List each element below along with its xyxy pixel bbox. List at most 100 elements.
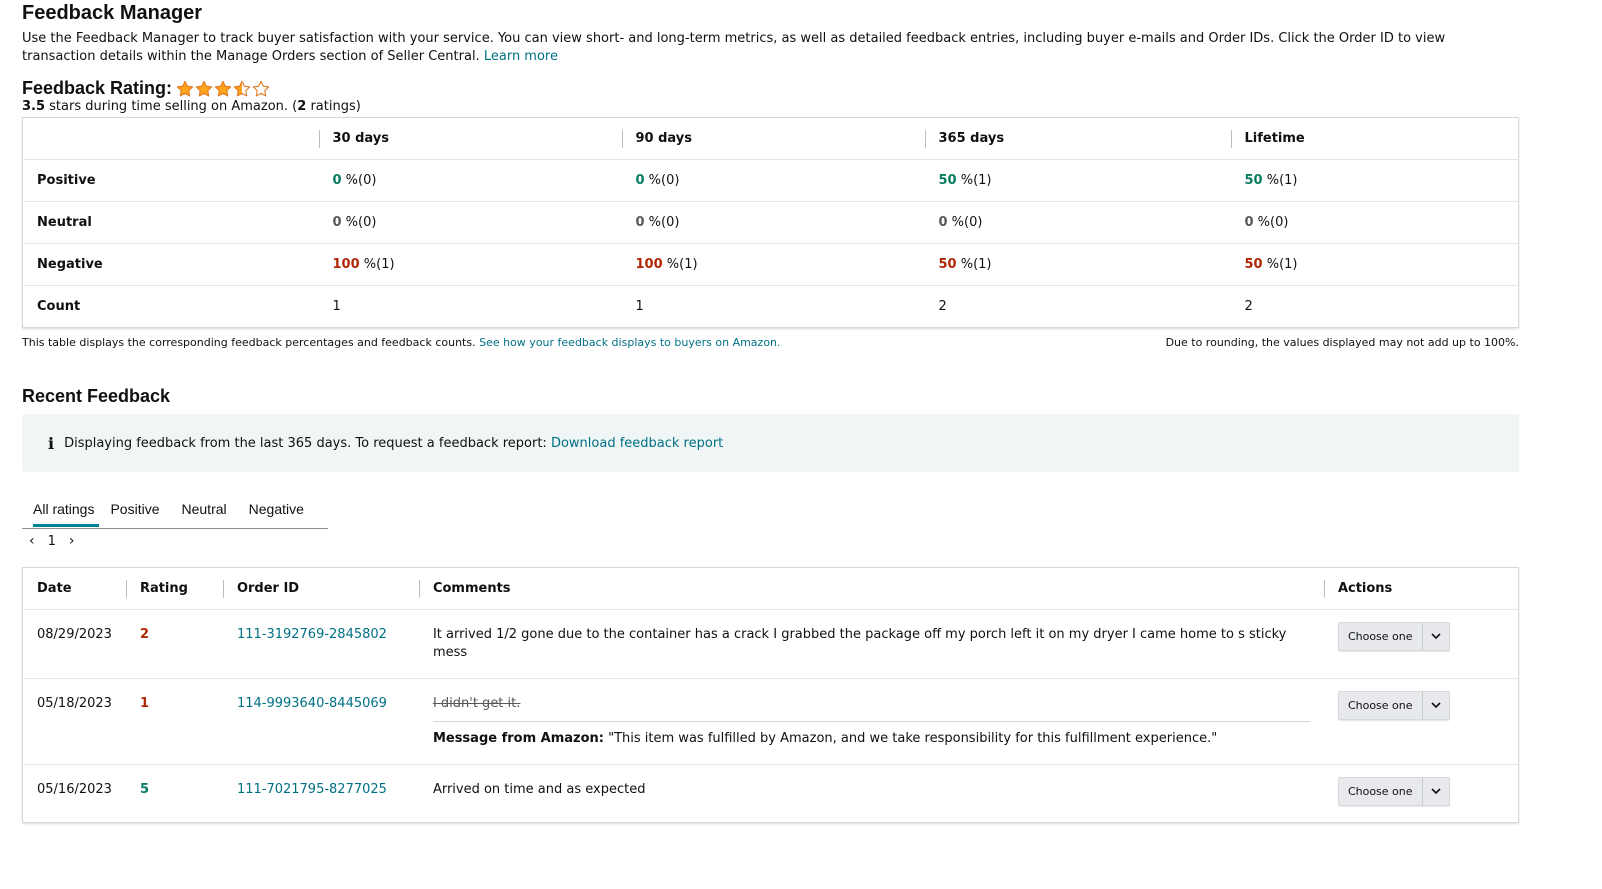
rating-summary-end: ratings) — [306, 99, 361, 114]
buyer-display-link[interactable]: See how your feedback displays to buyers… — [479, 336, 780, 349]
star-rating — [176, 80, 270, 98]
order-id-link[interactable]: 111-3192769-2845802 — [237, 627, 387, 642]
metrics-col-lifetime: Lifetime — [1230, 117, 1519, 160]
star-empty-icon — [252, 80, 270, 96]
metric-percent: 0 — [635, 173, 645, 188]
percent-sign: % — [1253, 215, 1271, 230]
rating-count: 2 — [297, 99, 307, 114]
percent-sign: % — [341, 215, 359, 230]
percent-sign: % — [662, 257, 680, 272]
amazon-message-text: "This item was fulfilled by Amazon, and … — [604, 731, 1218, 746]
feedback-date: 08/29/2023 — [22, 609, 126, 679]
page-number[interactable]: 1 — [48, 534, 56, 549]
metric-count: (1) — [1279, 173, 1298, 188]
metrics-cell: 0 %(0) — [621, 201, 925, 244]
metrics-row-pos: Positive 0 %(0) 0 %(0) 50 %(1) 50 %(1) — [22, 159, 1519, 202]
actions-cell: Choose one — [1324, 765, 1519, 823]
feedback-rating: 5 — [139, 782, 149, 797]
order-id-link[interactable]: 114-9993640-8445069 — [237, 696, 387, 711]
metric-count: (1) — [973, 257, 992, 272]
metrics-cell: 100 %(1) — [621, 243, 925, 286]
metric-count: (1) — [376, 257, 395, 272]
percent-sign: % — [1262, 257, 1280, 272]
feedback-row: 05/16/2023 5 111-7021795-8277025 Arrived… — [23, 765, 1519, 823]
info-banner: i Displaying feedback from the last 365 … — [22, 414, 1519, 472]
metric-count: (0) — [661, 173, 680, 188]
metrics-row-neu: Neutral 0 %(0) 0 %(0) 0 %(0) 0 %(0) — [22, 201, 1519, 244]
tab-negative[interactable]: Negative — [238, 490, 315, 529]
col-actions: Actions — [1323, 567, 1519, 610]
metric-percent: 50 — [938, 173, 957, 188]
metrics-row-neg: Negative 100 %(1) 100 %(1) 50 %(1) 50 %(1) — [22, 243, 1519, 286]
metrics-row-count: Count 1 1 2 2 — [23, 286, 1519, 328]
star-full-icon — [214, 80, 232, 96]
pagination: ‹ 1 › — [29, 530, 1602, 552]
feedback-rating-header: Feedback Rating: — [22, 78, 1602, 99]
metrics-cell: 0 %(0) — [318, 159, 622, 202]
feedback-rating: 1 — [125, 678, 223, 765]
recent-feedback-table: Date Rating Order ID Comments Actions 08… — [22, 567, 1519, 823]
tab-neutral[interactable]: Neutral — [171, 490, 238, 529]
col-date: Date — [22, 567, 126, 610]
percent-sign: % — [644, 215, 662, 230]
metrics-count-cell: 1 — [332, 299, 341, 314]
feedback-comment-cell: I didn't get it. Message from Amazon: "T… — [418, 678, 1324, 765]
metric-count: (1) — [679, 257, 698, 272]
metrics-row-label: Count — [37, 299, 81, 314]
chevron-right-icon[interactable]: › — [69, 533, 75, 549]
feedback-date: 05/18/2023 — [22, 678, 126, 765]
actions-cell: Choose one — [1323, 678, 1519, 765]
actions-cell: Choose one — [1323, 609, 1519, 679]
metric-percent: 0 — [1244, 215, 1254, 230]
action-dropdown[interactable]: Choose one — [1337, 777, 1450, 806]
chevron-left-icon[interactable]: ‹ — [29, 533, 35, 549]
info-icon: i — [48, 433, 55, 453]
footnote-left: This table displays the corresponding fe… — [22, 336, 476, 349]
chevron-down-icon[interactable] — [1421, 623, 1449, 650]
metrics-cell: 0 %(0) — [924, 201, 1231, 244]
metrics-cell: 0 %(0) — [1230, 201, 1519, 244]
metrics-count-cell: 1 — [635, 299, 644, 314]
metrics-cell: 50 %(1) — [1230, 159, 1519, 202]
chevron-down-icon[interactable] — [1421, 692, 1449, 719]
metrics-cell: 0 %(0) — [621, 159, 925, 202]
download-report-link[interactable]: Download feedback report — [551, 436, 723, 451]
action-dropdown[interactable]: Choose one — [1337, 622, 1450, 651]
percent-sign: % — [644, 173, 662, 188]
action-dropdown[interactable]: Choose one — [1337, 691, 1450, 720]
metric-percent: 0 — [635, 215, 645, 230]
percent-sign: % — [956, 173, 974, 188]
col-order-id: Order ID — [222, 567, 419, 610]
metrics-cell: 0 %(0) — [318, 201, 622, 244]
metrics-row-label: Positive — [22, 159, 319, 202]
amazon-message-label: Message from Amazon: — [432, 731, 604, 746]
metrics-col-365-days: 365 days — [924, 117, 1231, 160]
action-dropdown-label: Choose one — [1347, 699, 1413, 712]
feedback-comment: I didn't get it. — [432, 696, 521, 711]
chevron-down-icon[interactable] — [1421, 778, 1449, 805]
percent-sign: % — [359, 257, 377, 272]
tab-all-ratings[interactable]: All ratings — [22, 490, 100, 529]
metric-percent: 0 — [938, 215, 948, 230]
percent-sign: % — [1262, 173, 1280, 188]
intro-text: Use the Feedback Manager to track buyer … — [22, 30, 1522, 66]
feedback-rating: 2 — [125, 609, 223, 679]
footnote-rounding: Due to rounding, the values displayed ma… — [1165, 336, 1519, 349]
feedback-date: 05/16/2023 — [37, 782, 112, 797]
metrics-col-90-days: 90 days — [621, 117, 925, 160]
amazon-message: Message from Amazon: "This item was fulf… — [432, 721, 1310, 748]
order-id-link[interactable]: 111-7021795-8277025 — [237, 782, 387, 797]
star-half-icon — [233, 80, 251, 96]
metrics-cell: 50 %(1) — [924, 243, 1231, 286]
action-dropdown-label: Choose one — [1347, 630, 1413, 643]
metrics-cell: 100 %(1) — [318, 243, 622, 286]
metrics-row-label: Neutral — [22, 201, 319, 244]
feedback-header-row: Date Rating Order ID Comments Actions — [22, 567, 1519, 610]
rating-filter-tabs: All ratings Positive Neutral Negative — [22, 490, 328, 529]
metric-percent: 50 — [938, 257, 957, 272]
metrics-col-30-days: 30 days — [318, 117, 622, 160]
tab-positive[interactable]: Positive — [99, 490, 170, 529]
metric-percent: 0 — [332, 173, 342, 188]
learn-more-link[interactable]: Learn more — [484, 49, 558, 64]
order-id-cell: 114-9993640-8445069 — [222, 678, 419, 765]
